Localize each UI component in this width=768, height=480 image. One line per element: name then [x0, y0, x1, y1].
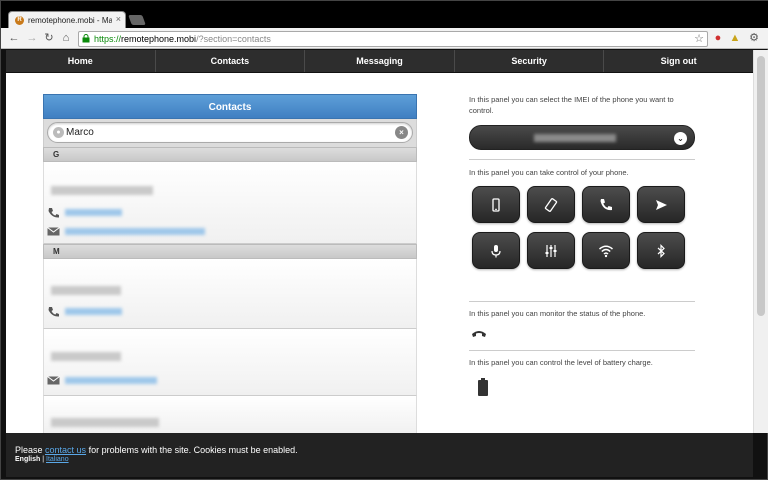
battery-panel-text: In this panel you can control the level … — [469, 358, 653, 367]
control-panel-text: In this panel you can take control of yo… — [469, 168, 629, 177]
url-scheme: https:// — [94, 34, 122, 44]
contact-item[interactable] — [43, 396, 417, 433]
browser-toolbar: ← → ↻ ⌂ https://remotephone.mobi/?sectio… — [1, 28, 768, 49]
call-button[interactable] — [582, 186, 630, 223]
search-input[interactable] — [66, 125, 386, 140]
phone-button[interactable] — [472, 186, 520, 223]
contact-name-redacted — [51, 186, 153, 195]
address-bar[interactable]: https://remotephone.mobi/?section=contac… — [78, 31, 708, 47]
contact-name-redacted — [51, 418, 159, 427]
microphone-icon — [491, 244, 501, 257]
lang-english[interactable]: English — [15, 456, 40, 463]
rotate-screen-button[interactable] — [527, 186, 575, 223]
url-host: remotephone.mobi — [121, 34, 197, 44]
phone-icon — [48, 208, 59, 218]
divider — [469, 159, 695, 160]
contacts-header: Contacts — [43, 94, 417, 119]
contact-email-redacted[interactable] — [65, 228, 205, 235]
bluetooth-icon — [657, 243, 665, 258]
url-path: /?section=contacts — [196, 34, 271, 44]
scrollbar-thumb[interactable] — [757, 56, 765, 316]
imei-value-redacted — [534, 134, 616, 142]
search-box: ● × — [47, 122, 413, 143]
control-panel: In this panel you can select the IMEI of… — [469, 94, 695, 396]
wifi-button[interactable] — [582, 232, 630, 269]
cookie-msg-after: for problems with the site. Cookies must… — [86, 445, 298, 455]
extension-icon[interactable]: ▲ — [728, 30, 742, 46]
contact-email-redacted[interactable] — [65, 377, 157, 384]
call-icon — [600, 198, 612, 210]
microphone-button[interactable] — [472, 232, 520, 269]
lock-icon — [82, 34, 90, 43]
browser-tab[interactable]: R remotephone.mobi - Marco × — [8, 11, 126, 29]
contact-phone-redacted[interactable] — [65, 209, 122, 216]
lang-italiano[interactable]: Italiano — [46, 456, 69, 463]
divider — [469, 301, 695, 302]
email-icon — [47, 227, 60, 236]
forward-icon[interactable]: → — [25, 30, 39, 46]
search-bar: ● × — [43, 119, 417, 147]
bluetooth-button[interactable] — [637, 232, 685, 269]
list-divider-m: M — [43, 244, 417, 259]
equalizer-icon — [545, 244, 557, 257]
imei-select[interactable]: ⌄ — [469, 125, 695, 150]
back-icon[interactable]: ← — [7, 30, 21, 46]
nav-security[interactable]: Security — [455, 50, 605, 72]
search-icon: ● — [53, 127, 64, 138]
contact-us-link[interactable]: contact us — [45, 445, 86, 455]
nav-home[interactable]: Home — [6, 50, 156, 72]
tab-strip: R remotephone.mobi - Marco × — [1, 1, 768, 29]
contact-item[interactable] — [43, 329, 417, 396]
favicon-icon: R — [15, 16, 24, 25]
lang-separator: | — [42, 456, 45, 463]
cookie-bar: Please contact us for problems with the … — [6, 433, 753, 477]
new-tab-button[interactable] — [128, 15, 146, 25]
imei-panel-text: In this panel you can select the IMEI of… — [469, 95, 674, 115]
page-scrollbar[interactable] — [753, 50, 768, 433]
hangup-icon — [472, 331, 486, 337]
phone-icon — [48, 307, 59, 317]
tab-title: remotephone.mobi - Marco — [28, 16, 112, 25]
language-switch: English | Italiano — [15, 456, 69, 463]
page-content: Contacts ● × G M — [6, 73, 753, 433]
cookie-msg-before: Please — [15, 445, 46, 455]
chevron-down-icon: ⌄ — [674, 132, 687, 145]
battery-icon — [478, 378, 488, 396]
wifi-icon — [599, 245, 613, 257]
control-button-grid — [469, 186, 695, 287]
list-divider-g: G — [43, 147, 417, 162]
bookmark-star-icon[interactable]: ☆ — [694, 32, 704, 46]
contact-item[interactable] — [43, 259, 417, 329]
tab-close-icon[interactable]: × — [116, 14, 121, 24]
nav-sign-out[interactable]: Sign out — [604, 50, 753, 72]
send-button[interactable] — [637, 186, 685, 223]
nav-contacts[interactable]: Contacts — [156, 50, 306, 72]
home-icon[interactable]: ⌂ — [59, 30, 73, 46]
clear-search-icon[interactable]: × — [395, 126, 408, 139]
contact-name-redacted — [51, 286, 121, 295]
phone-icon — [492, 197, 500, 212]
contact-name-redacted — [51, 352, 121, 361]
email-icon — [47, 376, 60, 385]
site-nav: Home Contacts Messaging Security Sign ou… — [6, 50, 753, 73]
status-panel-text: In this panel you can monitor the status… — [469, 309, 646, 318]
adblock-icon[interactable]: ● — [711, 30, 725, 46]
contact-item[interactable] — [43, 162, 417, 244]
nav-messaging[interactable]: Messaging — [305, 50, 455, 72]
send-icon — [656, 199, 667, 210]
contacts-panel: Contacts ● × G M — [43, 94, 417, 433]
browser-window: R remotephone.mobi - Marco × ← → ↻ ⌂ htt… — [0, 0, 768, 480]
contact-phone-redacted[interactable] — [65, 308, 122, 315]
cookie-message: Please contact us for problems with the … — [15, 445, 298, 455]
screen-rotate-icon — [544, 197, 558, 212]
wrench-icon[interactable]: ⚙ — [747, 30, 761, 46]
equalizer-button[interactable] — [527, 232, 575, 269]
divider — [469, 350, 695, 351]
reload-icon[interactable]: ↻ — [42, 30, 56, 46]
